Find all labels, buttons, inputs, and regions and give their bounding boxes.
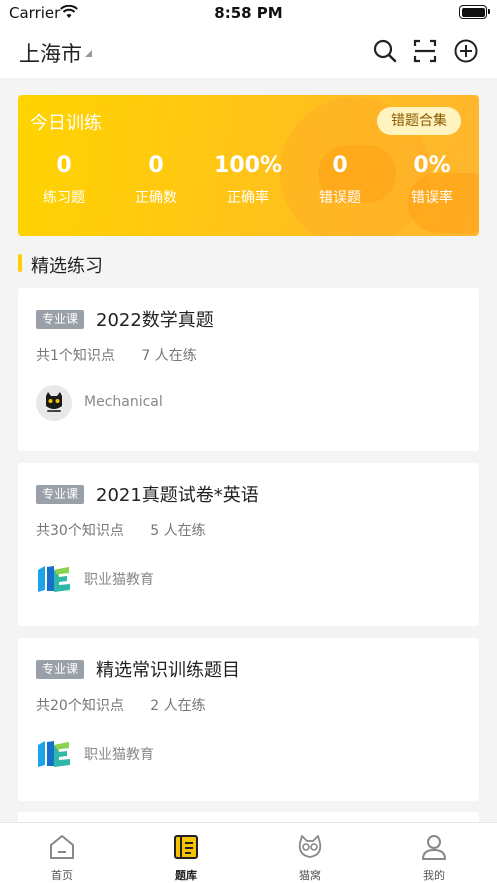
training-title: 今日训练 xyxy=(30,113,102,134)
clock: 8:58 PM xyxy=(214,4,283,22)
stat-value: 0% xyxy=(413,153,451,178)
stat-value: 0 xyxy=(332,153,348,178)
training-summary-card: 今日训练 错题合集 0 练习题 0 正确数 100% 正确率 0 错误题 0% … xyxy=(18,95,479,236)
cat-icon xyxy=(298,835,322,858)
knowledge-points: 共1个知识点 xyxy=(36,348,115,364)
knowledge-points: 共30个知识点 xyxy=(36,523,124,539)
stat-wrong: 0 错误题 xyxy=(294,153,386,207)
stat-practice: 0 练习题 xyxy=(18,153,110,207)
learner-count: 5 人在练 xyxy=(150,523,206,539)
course-card[interactable]: 专业课 2022数学真题 共1个知识点 7 人在练 Mechanical xyxy=(18,288,479,451)
learner-count: 2 人在练 xyxy=(150,698,206,714)
top-nav: 上海市 xyxy=(0,26,497,78)
course-tag: 专业课 xyxy=(36,310,84,329)
tab-home[interactable]: 首页 xyxy=(0,823,124,883)
course-card[interactable]: 专业课 精选常识训练题目 共20个知识点 2 人在练 职业猫教育 xyxy=(18,638,479,801)
tab-label: 猫窝 xyxy=(299,869,321,882)
stat-label: 练习题 xyxy=(43,190,85,206)
stat-value: 100% xyxy=(214,153,282,178)
course-author: 职业猫教育 xyxy=(84,572,154,588)
tab-label: 首页 xyxy=(51,869,73,882)
stat-label: 正确率 xyxy=(227,190,269,206)
cat-avatar-icon xyxy=(36,385,72,421)
city-selector[interactable]: 上海市 xyxy=(19,38,82,68)
caret-down-icon[interactable] xyxy=(85,50,92,57)
tab-cat-den[interactable]: 猫窝 xyxy=(248,823,372,883)
learner-count: 7 人在练 xyxy=(141,348,197,364)
tab-label: 题库 xyxy=(175,869,197,882)
stat-label: 正确数 xyxy=(135,190,177,206)
course-author: 职业猫教育 xyxy=(84,747,154,763)
course-meta: 共20个知识点 2 人在练 xyxy=(36,695,206,715)
stat-value: 0 xyxy=(56,153,72,178)
tab-question-bank[interactable]: 题库 xyxy=(124,823,248,883)
stat-correct: 0 正确数 xyxy=(110,153,202,207)
brand-logo-icon xyxy=(36,560,72,596)
stat-value: 0 xyxy=(148,153,164,178)
course-title[interactable]: 2021真题试卷*英语 xyxy=(96,481,259,507)
course-title[interactable]: 精选常识训练题目 xyxy=(96,656,240,682)
bottom-tab-bar: 首页 题库 猫窝 我的 xyxy=(0,822,497,883)
stat-error-rate: 0% 错误率 xyxy=(386,153,478,207)
section-title: 精选练习 xyxy=(31,256,103,277)
home-icon xyxy=(50,835,74,859)
status-bar: Carrier 8:58 PM xyxy=(0,0,497,26)
add-circle-icon[interactable] xyxy=(453,38,479,64)
stat-accuracy: 100% 正确率 xyxy=(202,153,294,207)
stat-label: 错误题 xyxy=(319,190,361,206)
section-accent-bar xyxy=(18,254,22,272)
user-icon xyxy=(422,835,446,860)
course-tag: 专业课 xyxy=(36,660,84,679)
course-author: Mechanical xyxy=(84,394,163,410)
course-title[interactable]: 2022数学真题 xyxy=(96,306,214,332)
scan-icon[interactable] xyxy=(412,38,438,64)
course-meta: 共30个知识点 5 人在练 xyxy=(36,520,206,540)
course-tag: 专业课 xyxy=(36,485,84,504)
battery-icon xyxy=(459,5,490,19)
course-meta: 共1个知识点 7 人在练 xyxy=(36,345,197,365)
question-bank-icon xyxy=(174,835,198,859)
tab-mine[interactable]: 我的 xyxy=(372,823,496,883)
tab-label: 我的 xyxy=(423,869,445,882)
brand-logo-icon xyxy=(36,735,72,771)
knowledge-points: 共20个知识点 xyxy=(36,698,124,714)
course-card[interactable]: 专业课 2021真题试卷*英语 共30个知识点 5 人在练 职业猫教育 xyxy=(18,463,479,626)
stat-label: 错误率 xyxy=(411,190,453,206)
wrong-collection-button[interactable]: 错题合集 xyxy=(377,107,461,135)
search-icon[interactable] xyxy=(372,38,398,64)
